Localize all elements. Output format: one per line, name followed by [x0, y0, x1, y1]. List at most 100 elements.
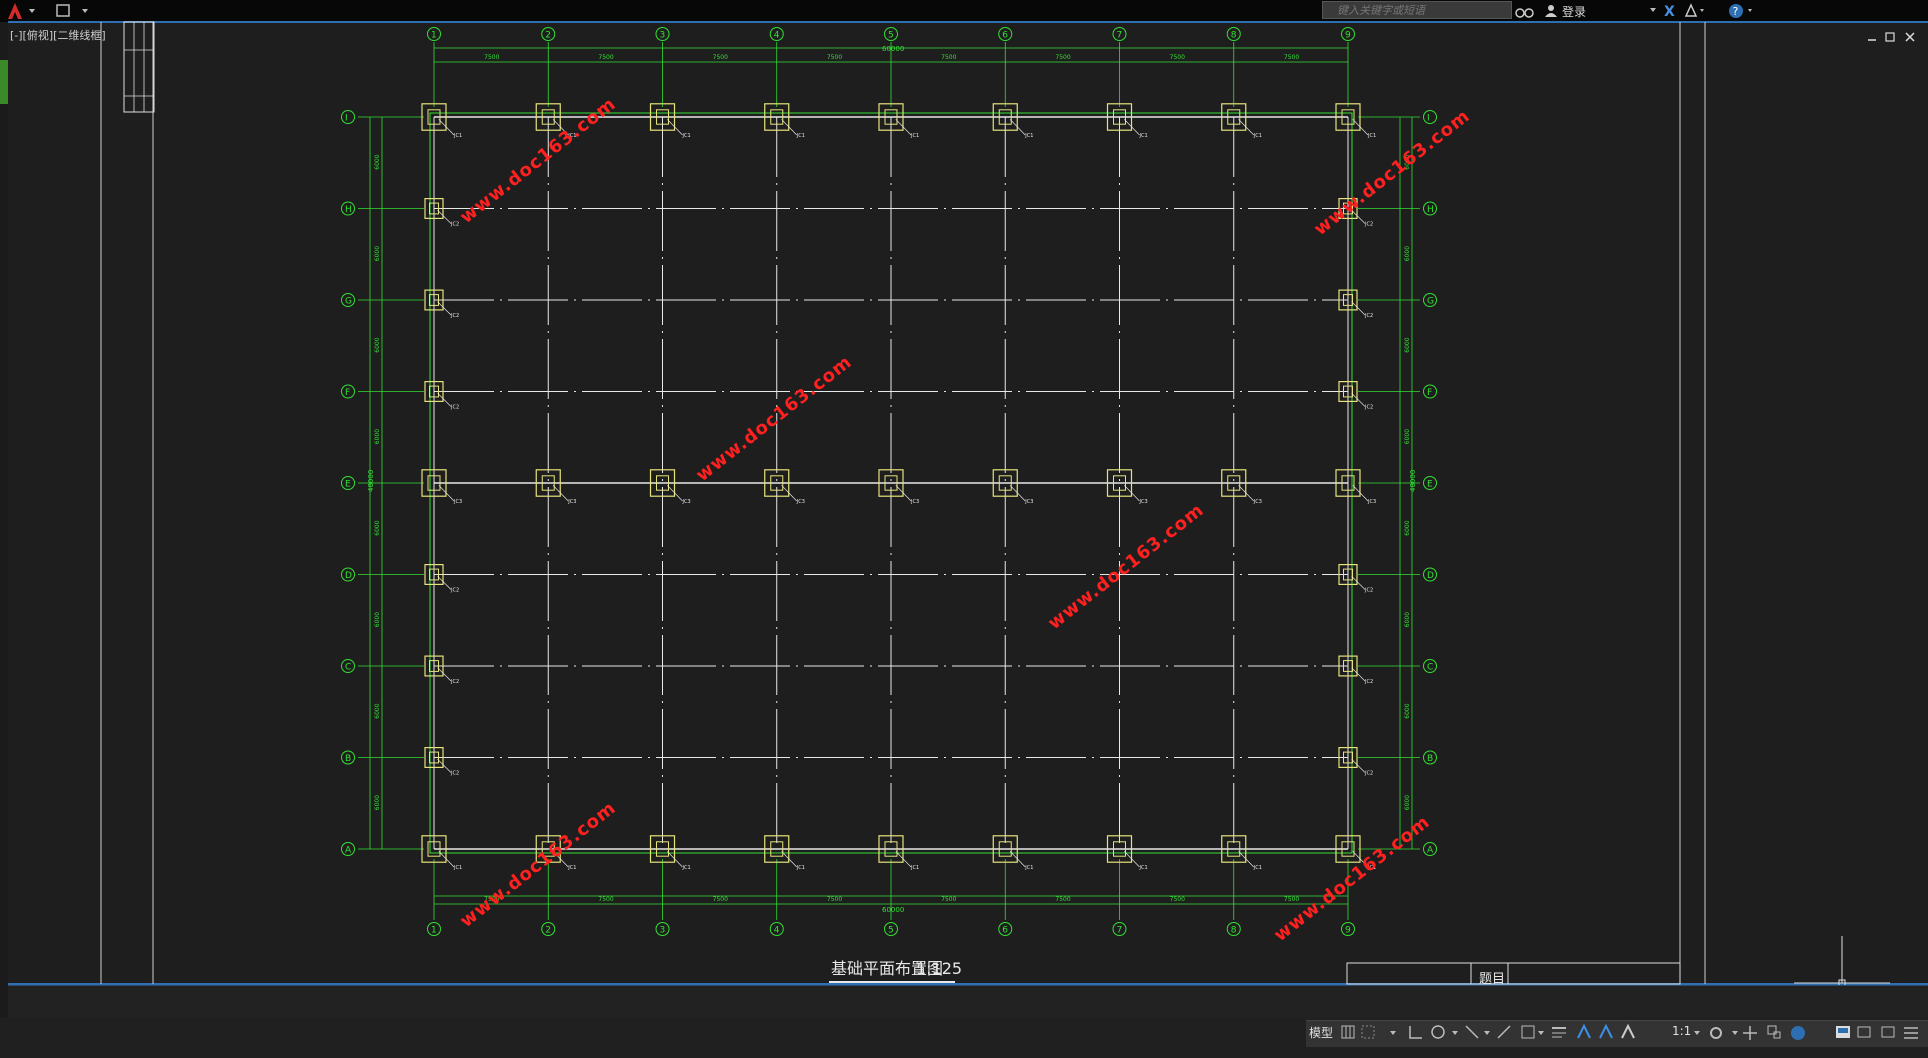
leader-line — [437, 667, 452, 682]
row-dimension-left: 6000 — [374, 246, 381, 261]
annotation-scale-icon — [1577, 1023, 1591, 1039]
leader-line — [437, 576, 452, 590]
osnap-tracking-icon — [1465, 1025, 1479, 1039]
bay-dimension-bottom: 7500 — [713, 896, 728, 903]
row-dimension-right: 6000 — [1404, 795, 1411, 810]
drawing-window-controls[interactable] — [1864, 30, 1924, 44]
model-tab[interactable]: 模型 — [1309, 1024, 1333, 1041]
footing-label: JC2 — [450, 222, 459, 228]
total-length-bottom: 60000 — [882, 906, 904, 914]
row-dimension-right: 6000 — [1404, 520, 1411, 535]
viewport-controls[interactable]: [-][俯视][二维线框] — [10, 27, 106, 43]
column-axis-label: 4 — [774, 926, 780, 936]
row-dimension-left: 6000 — [374, 703, 381, 718]
watermark: www.doc163.com — [692, 351, 856, 486]
column-axis-label: 6 — [1002, 31, 1008, 41]
snap-icon — [1361, 1025, 1375, 1039]
footing-label: JC2 — [1364, 771, 1373, 777]
axis-grid — [429, 112, 1353, 854]
footing-label: JC3 — [796, 499, 805, 505]
chevron-down-icon — [1732, 1031, 1738, 1035]
chevron-down-icon — [1484, 1031, 1490, 1035]
annotation-scale[interactable]: 1:1 — [1672, 1024, 1691, 1038]
row-axis-label: A — [345, 846, 352, 856]
footing-label: JC1 — [682, 133, 691, 139]
bay-dimension-top: 7500 — [713, 54, 728, 61]
row-axis-label: G — [345, 297, 352, 307]
footing-label: JC1 — [910, 133, 919, 139]
footing-label: JC3 — [567, 499, 576, 505]
footing-label: JC1 — [910, 865, 919, 871]
footing-label: JC3 — [1024, 499, 1033, 505]
watermark: www.doc163.com — [456, 797, 620, 932]
layout-icon — [1857, 1026, 1871, 1038]
status-toggle-icons[interactable] — [1338, 1022, 1668, 1044]
selection-icon — [1521, 1025, 1535, 1039]
osnap-icon — [1497, 1025, 1511, 1039]
isolate-icon — [1767, 1025, 1781, 1039]
column-axis-label: 5 — [888, 926, 894, 936]
footing-label: JC1 — [1367, 133, 1376, 139]
column-axis-label: 2 — [545, 926, 551, 936]
row-axis-label: I — [1427, 114, 1430, 124]
drawing-scale: 1:125 — [916, 959, 962, 978]
row-dimension-right: 6000 — [1404, 612, 1411, 627]
chevron-down-icon — [1694, 1031, 1700, 1035]
footing-label: JC2 — [1364, 588, 1373, 594]
column-axis-label: 3 — [660, 31, 666, 41]
row-axis-label: D — [1427, 571, 1434, 581]
leader-line — [1351, 576, 1366, 590]
footing-label: JC1 — [1139, 133, 1148, 139]
row-dimension-right: 6000 — [1404, 703, 1411, 718]
status-tray-icons[interactable] — [1692, 1022, 1928, 1044]
column-axis-label: 1 — [431, 31, 437, 41]
footing-label: JC2 — [450, 771, 459, 777]
footing-label: JC1 — [1024, 133, 1033, 139]
row-axis-label: C — [345, 663, 351, 673]
footing-label: JC3 — [910, 499, 919, 505]
row-dimension-left: 6000 — [374, 795, 381, 810]
bay-dimension-top: 7500 — [1055, 54, 1070, 61]
column-axis-label: 5 — [888, 31, 894, 41]
row-dimension-right: 6000 — [1404, 337, 1411, 352]
row-axis-label: F — [1427, 388, 1432, 398]
row-dimension-left: 6000 — [374, 429, 381, 444]
total-width-right: 48000 — [1409, 470, 1417, 492]
footing-label: JC3 — [1367, 499, 1376, 505]
row-dimension-left: 6000 — [374, 612, 381, 627]
footing-label: JC2 — [450, 405, 459, 411]
chevron-down-icon — [1538, 1031, 1544, 1035]
column-axis-label: 1 — [431, 926, 437, 936]
chevron-down-icon — [1390, 1031, 1396, 1035]
footing-label: JC3 — [453, 499, 462, 505]
watermark: www.doc163.com — [456, 93, 620, 228]
row-axis-label: I — [345, 114, 348, 124]
row-dimension-left: 6000 — [374, 154, 381, 169]
polar-icon — [1431, 1025, 1445, 1039]
footing-label: JC1 — [682, 865, 691, 871]
row-axis-label: H — [1427, 205, 1434, 215]
leader-line — [437, 759, 452, 773]
command-line-area[interactable] — [8, 985, 1928, 1022]
gear-icon — [1710, 1027, 1722, 1039]
bay-dimension-top: 7500 — [1284, 54, 1299, 61]
row-axis-label: A — [1427, 846, 1434, 856]
row-axis-label: B — [345, 754, 351, 764]
row-axis-bubble — [1423, 110, 1437, 124]
lineweight-icon — [1552, 1027, 1566, 1038]
footing-label: JC1 — [796, 133, 805, 139]
column-axis-label: 6 — [1002, 926, 1008, 936]
bay-dimension-top: 7500 — [598, 54, 613, 61]
close-icon — [1905, 32, 1915, 42]
watermark: www.doc163.com — [1310, 105, 1474, 240]
row-axis-label: E — [345, 480, 351, 490]
column-axis-label: 8 — [1231, 31, 1237, 41]
foundation-plan-drawing: 题目 基础平面布置图 1:125 75007500750075007500750… — [0, 21, 1928, 987]
footing-label: JC1 — [1024, 865, 1033, 871]
footing-label: JC3 — [682, 499, 691, 505]
bay-dimension-top: 7500 — [1170, 54, 1185, 61]
bay-dimension-bottom: 7500 — [1055, 896, 1070, 903]
clean-screen-icon — [1836, 1026, 1850, 1038]
footings: JC1 JC1 JC3 JC1 JC1 JC3 JC1 JC1 JC3 JC1 JC1 JC3 JC1 J… — [421, 103, 1376, 871]
column-axis-label: 3 — [660, 926, 666, 936]
